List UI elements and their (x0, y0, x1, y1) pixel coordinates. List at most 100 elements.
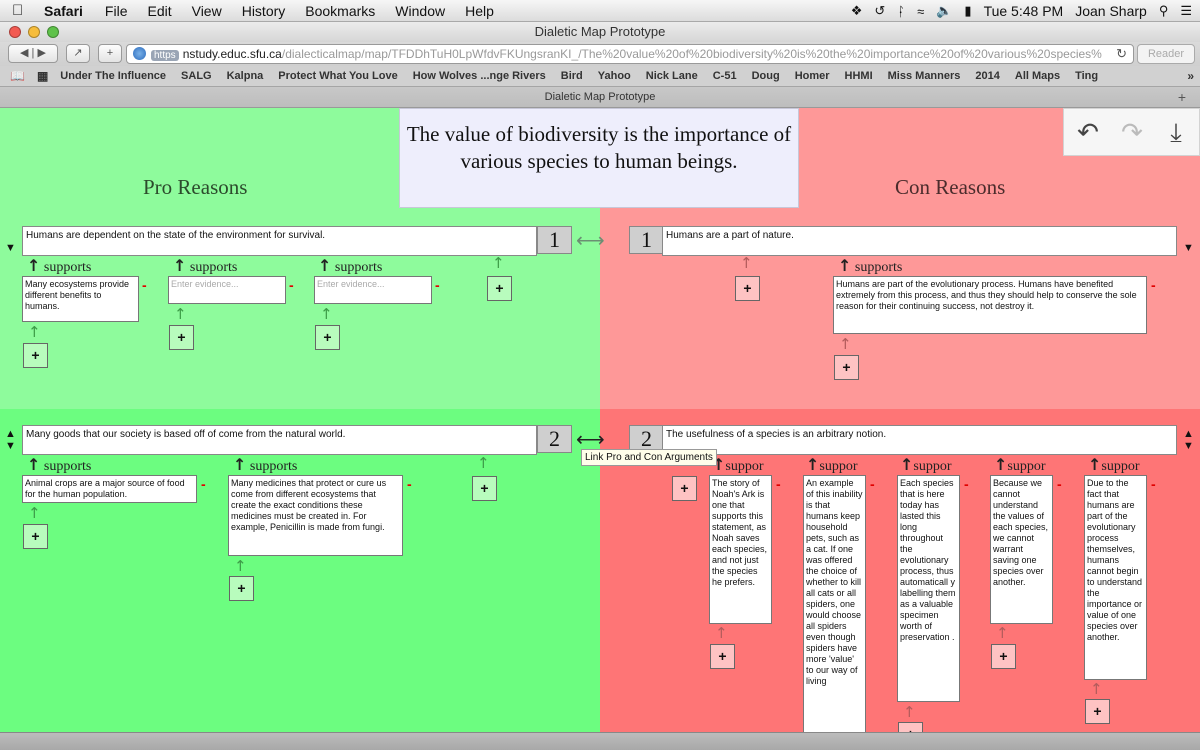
tab-active[interactable]: Dialetic Map Prototype (545, 91, 656, 103)
time-machine-icon[interactable]: ↺ (874, 3, 885, 19)
bookmark-item[interactable]: Under The Influence (60, 70, 166, 82)
reader-button[interactable]: Reader (1137, 44, 1195, 64)
notification-center-icon[interactable]: ☰ (1180, 3, 1192, 19)
chevron-right-icon[interactable]: » (1187, 69, 1194, 83)
reload-icon[interactable]: ↻ (1116, 45, 1127, 63)
bookmark-item[interactable]: HHMI (845, 70, 873, 82)
menu-history[interactable]: History (242, 3, 286, 19)
bluetooth-icon[interactable]: ᛛ (897, 4, 905, 19)
new-tab-plus-icon[interactable]: + (1178, 87, 1186, 107)
remove-evidence-button[interactable]: - (1057, 477, 1062, 491)
bookmark-item[interactable]: Nick Lane (646, 70, 698, 82)
move-down-icon[interactable]: ▼ (5, 243, 16, 254)
menu-file[interactable]: File (105, 3, 128, 19)
bookmark-item[interactable]: C-51 (713, 70, 737, 82)
remove-evidence-button[interactable]: - (289, 278, 294, 292)
link-pro-con-arrow-icon[interactable]: ⟷ (576, 430, 605, 450)
link-arrow-icon[interactable]: ⟷ (576, 231, 605, 251)
bookmark-item[interactable]: 2014 (975, 70, 999, 82)
reading-list-icon[interactable]: 📖 (10, 69, 25, 83)
remove-evidence-button[interactable]: - (407, 477, 412, 491)
minimize-window-button[interactable] (28, 26, 40, 38)
bookmark-item[interactable]: Bird (561, 70, 583, 82)
menu-app-safari[interactable]: Safari (44, 3, 83, 19)
add-evidence-button[interactable]: + (315, 325, 340, 350)
pro-evidence-2-2[interactable]: Many medicines that protect or cure us c… (228, 475, 403, 556)
add-evidence-button[interactable]: + (898, 722, 923, 732)
add-evidence-button[interactable]: + (23, 524, 48, 549)
pro-reason-2[interactable]: Many goods that our society is based off… (22, 425, 537, 455)
remove-evidence-button[interactable]: - (870, 477, 875, 491)
zoom-window-button[interactable] (47, 26, 59, 38)
bookmark-item[interactable]: Homer (795, 70, 830, 82)
pro-evidence-1-1[interactable]: Many ecosystems provide different benefi… (22, 276, 139, 322)
pro-evidence-2-1[interactable]: Animal crops are a major source of food … (22, 475, 197, 503)
menu-view[interactable]: View (192, 3, 222, 19)
bookmark-item[interactable]: Miss Manners (888, 70, 961, 82)
add-evidence-button[interactable]: + (169, 325, 194, 350)
apple-icon[interactable]:  (12, 2, 30, 19)
evidence-input[interactable]: Enter evidence... (168, 276, 286, 304)
menubar-user[interactable]: Joan Sharp (1075, 3, 1147, 19)
bookmark-item[interactable]: SALG (181, 70, 212, 82)
menu-edit[interactable]: Edit (147, 3, 171, 19)
menu-help[interactable]: Help (465, 3, 494, 19)
remove-evidence-button[interactable]: - (776, 477, 781, 491)
battery-icon[interactable]: ▮ (964, 3, 971, 19)
con-reason-1[interactable]: Humans are a part of nature. (662, 226, 1177, 256)
remove-evidence-button[interactable]: - (964, 477, 969, 491)
bookmark-item[interactable]: All Maps (1015, 70, 1060, 82)
new-tab-button[interactable]: + (98, 44, 122, 63)
con-evidence-2-4[interactable]: Because we cannot understand the values … (990, 475, 1053, 624)
con-reason-2[interactable]: The usefulness of a species is an arbitr… (662, 425, 1177, 455)
menu-window[interactable]: Window (395, 3, 445, 19)
bookmark-item[interactable]: Kalpna (227, 70, 264, 82)
bookmark-item[interactable]: How Wolves ...nge Rivers (413, 70, 546, 82)
back-forward-buttons[interactable]: ◀ | ▶ (8, 44, 58, 63)
bookmark-item[interactable]: Yahoo (598, 70, 631, 82)
add-evidence-button[interactable]: + (23, 343, 48, 368)
bookmark-item[interactable]: Protect What You Love (278, 70, 397, 82)
move-down-icon[interactable]: ▼ (1183, 441, 1194, 452)
dropbox-icon[interactable]: ❖ (851, 3, 863, 19)
evidence-input[interactable]: Enter evidence... (314, 276, 432, 304)
volume-icon[interactable]: 🔈 (936, 3, 952, 19)
con-evidence-2-5[interactable]: Due to the fact that humans are part of … (1084, 475, 1147, 680)
add-evidence-button[interactable]: + (229, 576, 254, 601)
add-evidence-button[interactable]: + (834, 355, 859, 380)
address-bar[interactable]: https nstudy.educ.sfu.ca/dialecticalmap/m… (126, 44, 1134, 64)
remove-evidence-button[interactable]: - (1151, 477, 1156, 491)
remove-evidence-button[interactable]: - (142, 278, 147, 292)
add-evidence-button[interactable]: + (710, 644, 735, 669)
spotlight-icon[interactable]: ⚲ (1159, 3, 1169, 19)
con-evidence-2-1[interactable]: The story of Noah's Ark is one that supp… (709, 475, 772, 624)
menu-bookmarks[interactable]: Bookmarks (305, 3, 375, 19)
close-window-button[interactable] (9, 26, 21, 38)
forward-icon[interactable]: ▶ (37, 47, 45, 59)
add-supports-button[interactable]: + (672, 476, 697, 501)
top-sites-icon[interactable]: ▦ (37, 69, 48, 83)
bookmark-item[interactable]: Ting (1075, 70, 1098, 82)
move-up-icon[interactable]: ▲ (1183, 429, 1194, 440)
add-evidence-button[interactable]: + (991, 644, 1016, 669)
back-icon[interactable]: ◀ (20, 47, 28, 59)
pro-reason-1[interactable]: Humans are dependent on the state of the… (22, 226, 537, 256)
main-claim[interactable]: The value of biodiversity is the importa… (399, 108, 799, 208)
remove-evidence-button[interactable]: - (435, 278, 440, 292)
redo-icon[interactable]: ↷ (1116, 117, 1148, 149)
con-evidence-2-3[interactable]: Each species that is here today has last… (897, 475, 960, 702)
remove-evidence-button[interactable]: - (201, 477, 206, 491)
add-supports-button[interactable]: + (487, 276, 512, 301)
wifi-icon[interactable]: ≈ (917, 4, 924, 19)
add-supports-button[interactable]: + (472, 476, 497, 501)
remove-evidence-button[interactable]: - (1151, 278, 1156, 292)
move-up-icon[interactable]: ▲ (5, 429, 16, 440)
con-evidence-2-2[interactable]: An example of this inability is that hum… (803, 475, 866, 732)
menubar-clock[interactable]: Tue 5:48 PM (984, 3, 1064, 19)
share-button[interactable]: ↗ (66, 44, 90, 63)
bookmark-item[interactable]: Doug (752, 70, 780, 82)
add-supports-button[interactable]: + (735, 276, 760, 301)
move-down-icon[interactable]: ▼ (1183, 243, 1194, 254)
con-evidence-1-1[interactable]: Humans are part of the evolutionary proc… (833, 276, 1147, 334)
add-evidence-button[interactable]: + (1085, 699, 1110, 724)
